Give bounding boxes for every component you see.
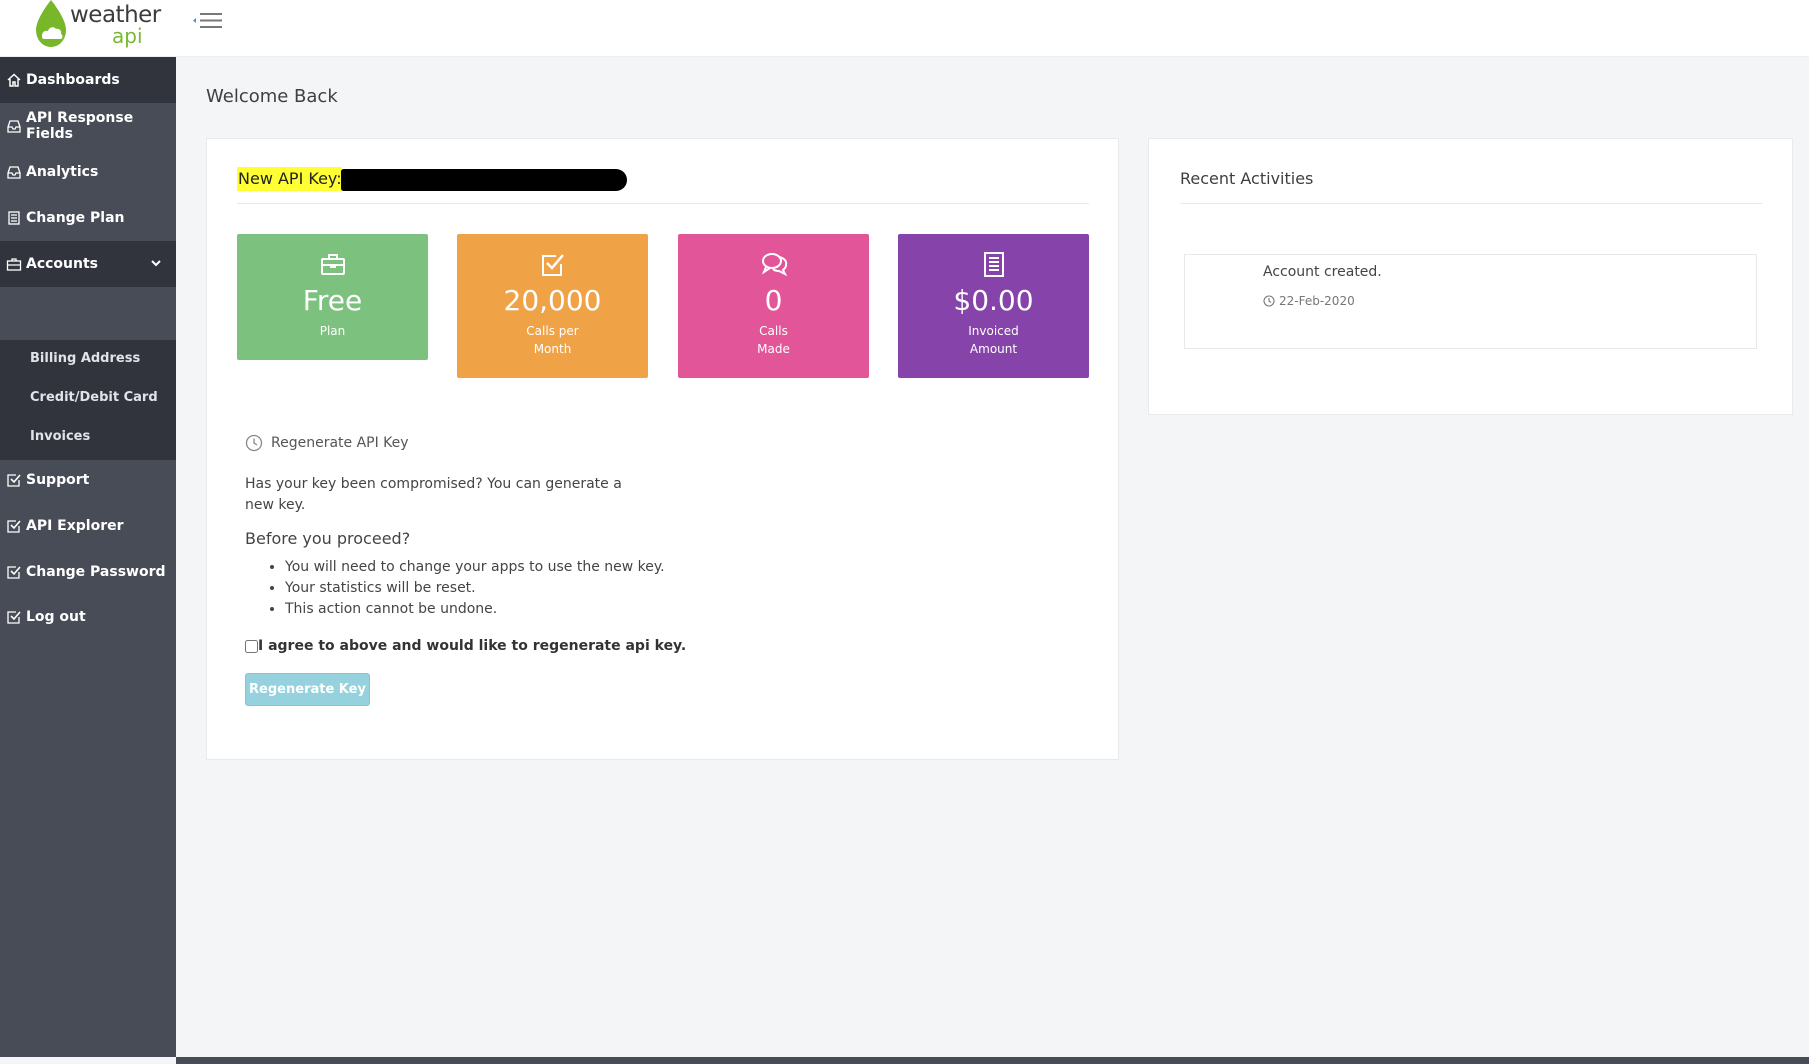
sidebar-item-label: Dashboards: [26, 72, 120, 88]
chat-bubbles-icon: [761, 253, 787, 277]
page-title: Welcome Back: [206, 86, 338, 107]
agree-label: I agree to above and would like to regen…: [258, 638, 687, 654]
checkbox-icon: [6, 609, 22, 625]
regenerate-heading-text: Regenerate API Key: [271, 435, 409, 451]
weatherapi-logo[interactable]: weather api: [30, 0, 170, 57]
checkbox-icon: [541, 254, 564, 276]
api-key-label: New API Key:: [237, 167, 342, 191]
api-key-redacted: [341, 169, 627, 191]
sidebar-item-change-password[interactable]: Change Password: [0, 549, 176, 595]
sidebar-item-label: Analytics: [26, 164, 99, 180]
regenerate-key-button[interactable]: Regenerate Key: [245, 673, 370, 706]
regenerate-description: Has your key been compromised? You can g…: [245, 476, 622, 513]
sidebar-item-change-plan[interactable]: Change Plan: [0, 195, 176, 241]
regenerate-heading: Regenerate API Key: [245, 434, 409, 452]
sidebar-item-log-out[interactable]: Log out: [0, 594, 176, 640]
sidebar-item-dashboards[interactable]: Dashboards: [0, 57, 176, 103]
sidebar-item-api-response-fields[interactable]: API Response Fields: [0, 103, 176, 149]
sidebar-item-accounts[interactable]: Accounts: [0, 241, 176, 287]
list-item: This action cannot be undone.: [285, 599, 665, 620]
sidebar-item-credit-debit-card[interactable]: Credit/Debit Card: [30, 390, 158, 405]
list-item: Your statistics will be reset.: [285, 578, 665, 599]
checkbox-icon: [6, 518, 22, 534]
sidebar-item-api-explorer[interactable]: API Explorer: [0, 503, 176, 549]
document-icon: [983, 252, 1004, 277]
sidebar-item-billing-address[interactable]: Billing Address: [30, 351, 140, 366]
activity-date: 22-Feb-2020: [1263, 294, 1355, 308]
dashboard-card: New API Key: Free Plan 20,000 Calls per M…: [206, 138, 1119, 760]
sidebar-item-support[interactable]: Support: [0, 457, 176, 503]
divider: [237, 203, 1089, 204]
accounts-submenu: Billing Address Credit/Debit Card Invoic…: [0, 340, 176, 460]
recent-activities-title: Recent Activities: [1180, 169, 1314, 188]
briefcase-icon: [6, 256, 22, 272]
stat-tile-plan: Free Plan: [237, 234, 428, 360]
water-drop-logo-icon: [36, 0, 66, 47]
top-bar: weather api: [0, 0, 1809, 57]
sidebar-item-label: Accounts: [26, 256, 99, 272]
list-item: Account created. 22-Feb-2020: [1184, 254, 1757, 349]
briefcase-icon: [320, 254, 345, 275]
inbox-icon: [6, 118, 22, 134]
clock-icon: [1263, 295, 1275, 307]
regenerate-subheading: Before you proceed?: [245, 529, 411, 548]
sidebar-item-label: Support: [26, 472, 90, 488]
checkbox-icon: [6, 564, 22, 580]
sidebar: Billing Address Credit/Debit Card Invoic…: [0, 57, 176, 1057]
recent-activities-card: Recent Activities Account created. 22-Fe…: [1148, 138, 1793, 415]
inbox-icon: [6, 164, 22, 180]
clock-icon: [245, 434, 263, 452]
sidebar-item-analytics[interactable]: Analytics: [0, 149, 176, 195]
sidebar-item-label: Change Plan: [26, 210, 125, 226]
sidebar-item-label: Log out: [26, 609, 86, 625]
stat-value: $0.00: [953, 284, 1034, 317]
sidebar-item-label: API Response Fields: [26, 110, 134, 142]
hamburger-collapse-icon: [193, 13, 222, 28]
sidebar-item-label: Change Password: [26, 564, 166, 580]
logo-word-api: api: [112, 24, 143, 48]
stat-label: Invoiced Amount: [968, 324, 1019, 356]
stat-tile-invoiced-amount: $0.00 Invoiced Amount: [898, 234, 1089, 378]
home-icon: [6, 72, 22, 88]
document-icon: [6, 210, 22, 226]
stat-value: 20,000: [503, 284, 602, 317]
stat-value: Free: [302, 284, 363, 317]
agree-checkbox[interactable]: [245, 639, 258, 653]
stat-label: Calls Made: [757, 324, 790, 356]
divider: [1180, 203, 1762, 204]
stat-label: Calls per Month: [526, 324, 579, 356]
sidebar-toggle-button[interactable]: [192, 6, 226, 32]
sidebar-item-invoices[interactable]: Invoices: [30, 429, 90, 444]
stat-tile-calls-made: 0 Calls Made: [678, 234, 869, 378]
bottom-edge-bar: [176, 1057, 1809, 1064]
stat-label: Plan: [319, 324, 346, 338]
stat-tile-calls-per-month: 20,000 Calls per Month: [457, 234, 648, 378]
activity-text: Account created.: [1263, 264, 1382, 280]
chevron-down-icon: [150, 257, 162, 273]
checkbox-icon: [6, 472, 22, 488]
regenerate-warnings-list: You will need to change your apps to use…: [285, 557, 665, 620]
sidebar-item-label: API Explorer: [26, 518, 124, 534]
stat-value: 0: [764, 284, 783, 317]
list-item: You will need to change your apps to use…: [285, 557, 665, 578]
agree-row[interactable]: I agree to above and would like to regen…: [245, 638, 686, 654]
